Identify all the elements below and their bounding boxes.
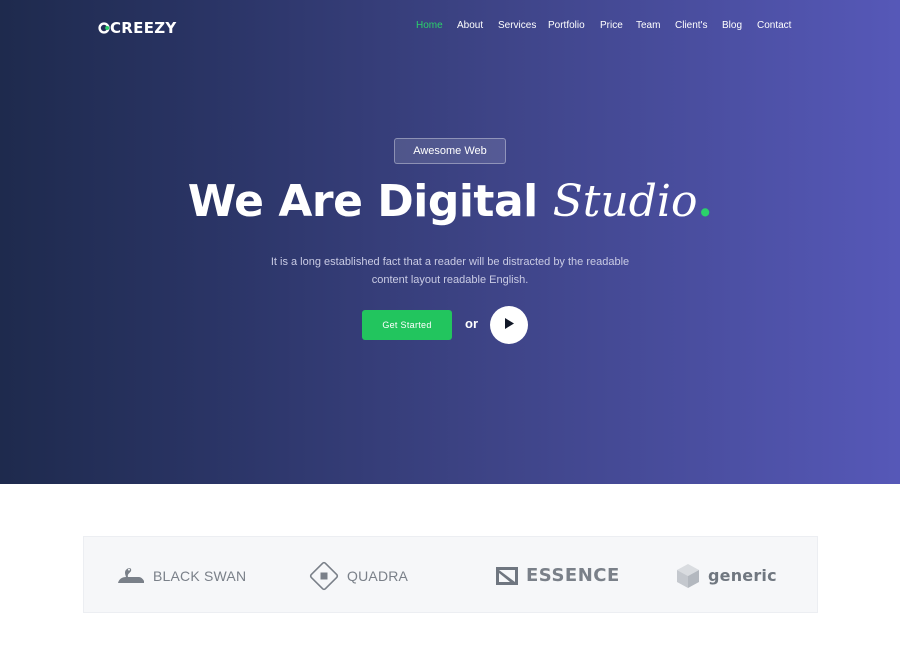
diamond-square-icon (309, 561, 347, 591)
client-logo-black-swan[interactable]: BLACK SWAN (117, 537, 246, 614)
clients-strip: BLACK SWAN QUADRA ESSENCE generic (83, 536, 818, 613)
client-name: BLACK SWAN (153, 567, 247, 584)
hero-badge: Awesome Web (394, 138, 506, 164)
c-ring-logo-icon (98, 22, 110, 34)
nav-item-portfolio[interactable]: Portfolio (548, 20, 585, 31)
get-started-button[interactable]: Get Started (362, 310, 452, 340)
lead-line-1: It is a long established fact that a rea… (270, 256, 630, 268)
headline-script: Studio (552, 176, 698, 227)
client-name: ESSENCE (526, 565, 620, 586)
brand-name: CREEZY (110, 19, 177, 37)
hero-lead: It is a long established fact that a rea… (250, 253, 650, 289)
nav-item-contact[interactable]: Contact (757, 20, 791, 31)
client-logo-generic[interactable]: generic (676, 537, 777, 614)
hero-section: CREEZY Home About Services Portfolio Pri… (0, 0, 900, 484)
nav-item-services[interactable]: Services (498, 20, 536, 31)
nav-item-price[interactable]: Price (600, 20, 623, 31)
or-text: or (465, 316, 478, 331)
brand-logo[interactable]: CREEZY (98, 18, 177, 38)
client-name: generic (708, 566, 777, 585)
headline-main: We Are Digital (187, 176, 553, 227)
nav-item-clients[interactable]: Client's (675, 20, 707, 31)
client-logo-essence[interactable]: ESSENCE (496, 537, 620, 614)
nav-item-about[interactable]: About (457, 20, 483, 31)
client-name: QUADRA (347, 567, 409, 584)
nav-item-blog[interactable]: Blog (722, 20, 742, 31)
swan-icon (117, 567, 153, 585)
client-logo-quadra[interactable]: QUADRA (309, 537, 408, 614)
play-icon (504, 316, 514, 334)
nav-item-team[interactable]: Team (636, 20, 660, 31)
flag-square-icon (496, 566, 526, 585)
lead-line-2: content layout readable English. (371, 274, 529, 286)
cube-icon (676, 563, 708, 589)
hero-headline: We Are Digital Studio. (0, 176, 900, 227)
nav-item-home[interactable]: Home (416, 20, 443, 31)
play-video-button[interactable] (490, 306, 528, 344)
headline-dot: . (697, 176, 713, 227)
